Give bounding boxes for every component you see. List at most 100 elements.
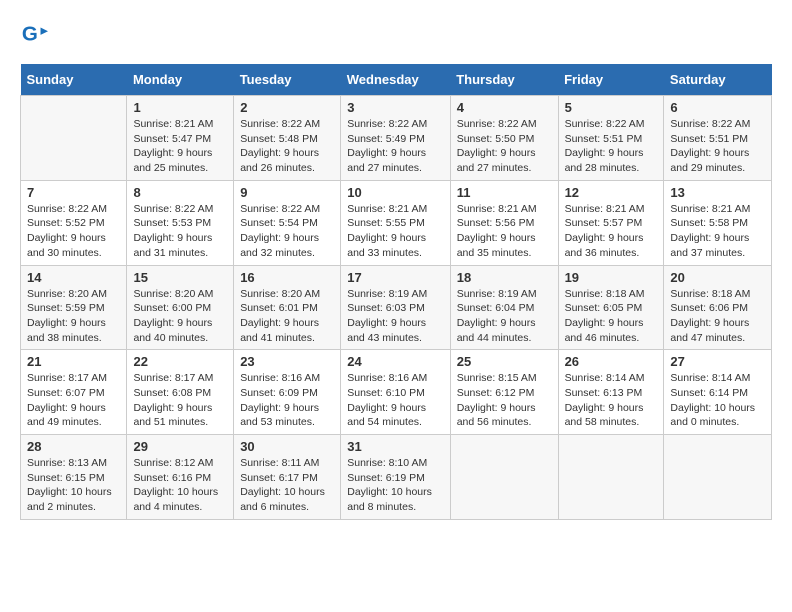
calendar-cell: 28Sunrise: 8:13 AM Sunset: 6:15 PM Dayli… bbox=[21, 435, 127, 520]
calendar-cell: 4Sunrise: 8:22 AM Sunset: 5:50 PM Daylig… bbox=[450, 96, 558, 181]
day-number: 17 bbox=[347, 270, 443, 285]
weekday-header-saturday: Saturday bbox=[664, 64, 772, 96]
weekday-header-friday: Friday bbox=[558, 64, 664, 96]
day-number: 29 bbox=[133, 439, 227, 454]
weekday-header-wednesday: Wednesday bbox=[341, 64, 450, 96]
day-number: 6 bbox=[670, 100, 765, 115]
day-number: 15 bbox=[133, 270, 227, 285]
day-number: 13 bbox=[670, 185, 765, 200]
day-info: Sunrise: 8:17 AM Sunset: 6:07 PM Dayligh… bbox=[27, 371, 120, 430]
calendar-cell: 12 Sunrise: 8:21 AM Sunset: 5:57 PM Dayli… bbox=[558, 180, 664, 265]
calendar-table: SundayMondayTuesdayWednesdayThursdayFrid… bbox=[20, 64, 772, 520]
calendar-cell: 3 Sunrise: 8:22 AM Sunset: 5:49 PM Daylig… bbox=[341, 96, 450, 181]
calendar-cell bbox=[450, 435, 558, 520]
day-info: Sunrise: 8:11 AM Sunset: 6:17 PM Dayligh… bbox=[240, 456, 334, 515]
calendar-cell: 13 Sunrise: 8:21 AM Sunset: 5:58 PM Dayli… bbox=[664, 180, 772, 265]
day-info: Sunrise: 8:21 AM Sunset: 5:57 PM Dayligh… bbox=[565, 202, 658, 261]
day-info: Sunrise: 8:22 AM Sunset: 5:51 PM Dayligh… bbox=[565, 117, 658, 176]
calendar-cell: 19Sunrise: 8:18 AM Sunset: 6:05 PM Dayli… bbox=[558, 265, 664, 350]
week-row-1: 1 Sunrise: 8:21 AM Sunset: 5:47 PM Daylig… bbox=[21, 96, 772, 181]
calendar-cell: 9 Sunrise: 8:22 AM Sunset: 5:54 PM Daylig… bbox=[234, 180, 341, 265]
day-info: Sunrise: 8:21 AM Sunset: 5:56 PM Dayligh… bbox=[457, 202, 552, 261]
day-number: 26 bbox=[565, 354, 658, 369]
day-info: Sunrise: 8:15 AM Sunset: 6:12 PM Dayligh… bbox=[457, 371, 552, 430]
day-info: Sunrise: 8:13 AM Sunset: 6:15 PM Dayligh… bbox=[27, 456, 120, 515]
weekday-header-sunday: Sunday bbox=[21, 64, 127, 96]
day-number: 14 bbox=[27, 270, 120, 285]
calendar-cell: 29 Sunrise: 8:12 AM Sunset: 6:16 PM Dayli… bbox=[127, 435, 234, 520]
day-number: 24 bbox=[347, 354, 443, 369]
day-info: Sunrise: 8:14 AM Sunset: 6:13 PM Dayligh… bbox=[565, 371, 658, 430]
week-row-2: 7 Sunrise: 8:22 AM Sunset: 5:52 PM Daylig… bbox=[21, 180, 772, 265]
day-number: 12 bbox=[565, 185, 658, 200]
calendar-cell: 27Sunrise: 8:14 AM Sunset: 6:14 PM Dayli… bbox=[664, 350, 772, 435]
calendar-cell: 21Sunrise: 8:17 AM Sunset: 6:07 PM Dayli… bbox=[21, 350, 127, 435]
day-number: 19 bbox=[565, 270, 658, 285]
calendar-cell: 18Sunrise: 8:19 AM Sunset: 6:04 PM Dayli… bbox=[450, 265, 558, 350]
day-number: 2 bbox=[240, 100, 334, 115]
calendar-cell bbox=[558, 435, 664, 520]
day-info: Sunrise: 8:20 AM Sunset: 6:00 PM Dayligh… bbox=[133, 287, 227, 346]
day-number: 5 bbox=[565, 100, 658, 115]
calendar-cell: 8 Sunrise: 8:22 AM Sunset: 5:53 PM Daylig… bbox=[127, 180, 234, 265]
day-info: Sunrise: 8:12 AM Sunset: 6:16 PM Dayligh… bbox=[133, 456, 227, 515]
day-number: 18 bbox=[457, 270, 552, 285]
day-info: Sunrise: 8:20 AM Sunset: 5:59 PM Dayligh… bbox=[27, 287, 120, 346]
calendar-cell: 25 Sunrise: 8:15 AM Sunset: 6:12 PM Dayli… bbox=[450, 350, 558, 435]
day-info: Sunrise: 8:22 AM Sunset: 5:51 PM Dayligh… bbox=[670, 117, 765, 176]
day-number: 8 bbox=[133, 185, 227, 200]
day-info: Sunrise: 8:22 AM Sunset: 5:52 PM Dayligh… bbox=[27, 202, 120, 261]
day-number: 30 bbox=[240, 439, 334, 454]
calendar-cell bbox=[21, 96, 127, 181]
day-info: Sunrise: 8:22 AM Sunset: 5:54 PM Dayligh… bbox=[240, 202, 334, 261]
day-info: Sunrise: 8:10 AM Sunset: 6:19 PM Dayligh… bbox=[347, 456, 443, 515]
calendar-cell bbox=[664, 435, 772, 520]
calendar-cell: 23 Sunrise: 8:16 AM Sunset: 6:09 PM Dayli… bbox=[234, 350, 341, 435]
day-info: Sunrise: 8:19 AM Sunset: 6:03 PM Dayligh… bbox=[347, 287, 443, 346]
calendar-cell: 20Sunrise: 8:18 AM Sunset: 6:06 PM Dayli… bbox=[664, 265, 772, 350]
logo-icon: G bbox=[20, 20, 48, 48]
calendar-cell: 15 Sunrise: 8:20 AM Sunset: 6:00 PM Dayli… bbox=[127, 265, 234, 350]
day-number: 16 bbox=[240, 270, 334, 285]
day-info: Sunrise: 8:22 AM Sunset: 5:53 PM Dayligh… bbox=[133, 202, 227, 261]
day-info: Sunrise: 8:16 AM Sunset: 6:09 PM Dayligh… bbox=[240, 371, 334, 430]
week-row-5: 28Sunrise: 8:13 AM Sunset: 6:15 PM Dayli… bbox=[21, 435, 772, 520]
day-info: Sunrise: 8:21 AM Sunset: 5:58 PM Dayligh… bbox=[670, 202, 765, 261]
calendar-cell: 11 Sunrise: 8:21 AM Sunset: 5:56 PM Dayli… bbox=[450, 180, 558, 265]
day-info: Sunrise: 8:18 AM Sunset: 6:06 PM Dayligh… bbox=[670, 287, 765, 346]
day-info: Sunrise: 8:22 AM Sunset: 5:49 PM Dayligh… bbox=[347, 117, 443, 176]
day-info: Sunrise: 8:20 AM Sunset: 6:01 PM Dayligh… bbox=[240, 287, 334, 346]
day-number: 31 bbox=[347, 439, 443, 454]
day-info: Sunrise: 8:17 AM Sunset: 6:08 PM Dayligh… bbox=[133, 371, 227, 430]
weekday-header-thursday: Thursday bbox=[450, 64, 558, 96]
day-number: 22 bbox=[133, 354, 227, 369]
calendar-cell: 2 Sunrise: 8:22 AM Sunset: 5:48 PM Daylig… bbox=[234, 96, 341, 181]
weekday-header-tuesday: Tuesday bbox=[234, 64, 341, 96]
calendar-cell: 22 Sunrise: 8:17 AM Sunset: 6:08 PM Dayli… bbox=[127, 350, 234, 435]
calendar-cell: 16 Sunrise: 8:20 AM Sunset: 6:01 PM Dayli… bbox=[234, 265, 341, 350]
day-info: Sunrise: 8:22 AM Sunset: 5:48 PM Dayligh… bbox=[240, 117, 334, 176]
calendar-cell: 24 Sunrise: 8:16 AM Sunset: 6:10 PM Dayli… bbox=[341, 350, 450, 435]
week-row-4: 21Sunrise: 8:17 AM Sunset: 6:07 PM Dayli… bbox=[21, 350, 772, 435]
day-info: Sunrise: 8:16 AM Sunset: 6:10 PM Dayligh… bbox=[347, 371, 443, 430]
day-info: Sunrise: 8:21 AM Sunset: 5:55 PM Dayligh… bbox=[347, 202, 443, 261]
day-number: 9 bbox=[240, 185, 334, 200]
calendar-cell: 6 Sunrise: 8:22 AM Sunset: 5:51 PM Daylig… bbox=[664, 96, 772, 181]
calendar-cell: 31 Sunrise: 8:10 AM Sunset: 6:19 PM Dayli… bbox=[341, 435, 450, 520]
calendar-cell: 7 Sunrise: 8:22 AM Sunset: 5:52 PM Daylig… bbox=[21, 180, 127, 265]
day-info: Sunrise: 8:14 AM Sunset: 6:14 PM Dayligh… bbox=[670, 371, 765, 430]
weekday-header-row: SundayMondayTuesdayWednesdayThursdayFrid… bbox=[21, 64, 772, 96]
day-number: 1 bbox=[133, 100, 227, 115]
calendar-cell: 14 Sunrise: 8:20 AM Sunset: 5:59 PM Dayli… bbox=[21, 265, 127, 350]
day-number: 7 bbox=[27, 185, 120, 200]
logo: G bbox=[20, 20, 52, 48]
day-number: 23 bbox=[240, 354, 334, 369]
day-number: 25 bbox=[457, 354, 552, 369]
calendar-cell: 1 Sunrise: 8:21 AM Sunset: 5:47 PM Daylig… bbox=[127, 96, 234, 181]
day-number: 10 bbox=[347, 185, 443, 200]
day-number: 11 bbox=[457, 185, 552, 200]
calendar-cell: 10 Sunrise: 8:21 AM Sunset: 5:55 PM Dayli… bbox=[341, 180, 450, 265]
weekday-header-monday: Monday bbox=[127, 64, 234, 96]
day-info: Sunrise: 8:21 AM Sunset: 5:47 PM Dayligh… bbox=[133, 117, 227, 176]
day-number: 3 bbox=[347, 100, 443, 115]
